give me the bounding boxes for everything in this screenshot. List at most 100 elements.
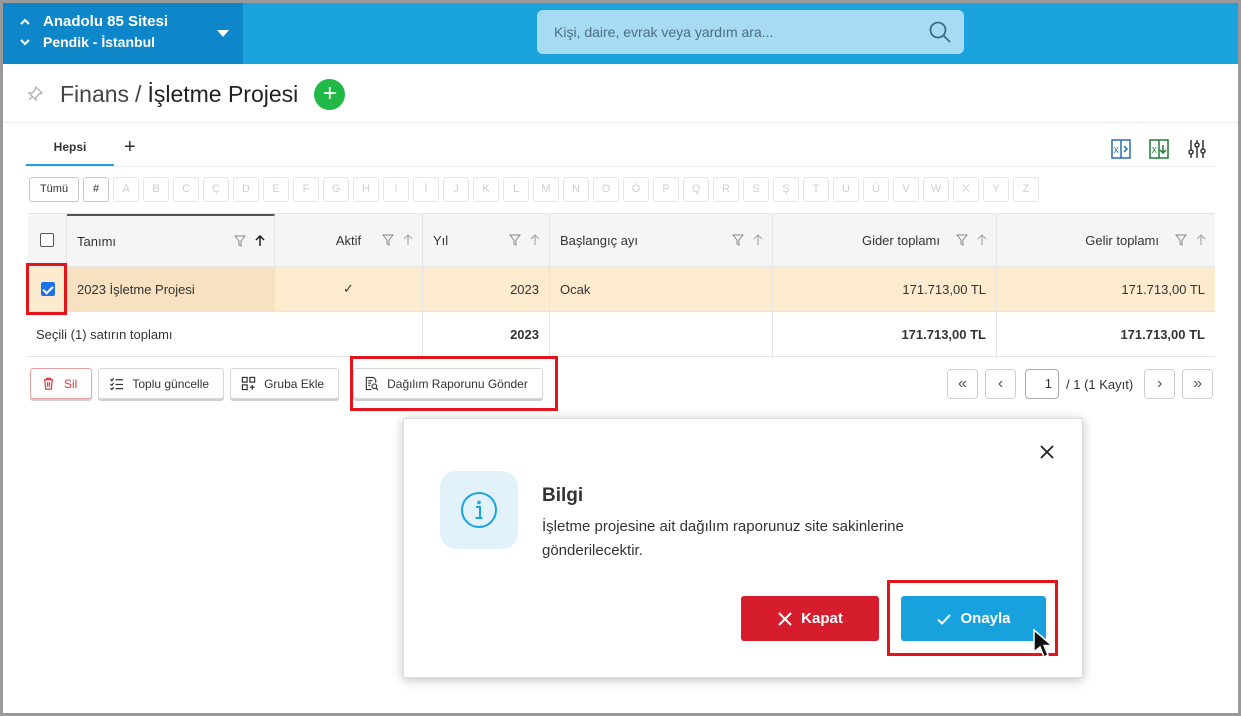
letter-filter-item[interactable]: H [353, 177, 379, 202]
letter-filter-item[interactable]: S [743, 177, 769, 202]
dialog-title: Bilgi [542, 485, 584, 506]
letter-filter-item[interactable]: X [953, 177, 979, 202]
divider [3, 122, 1238, 123]
prev-page-button[interactable]: ‹ [985, 369, 1016, 399]
sort-icon[interactable] [976, 234, 988, 246]
letter-filter-item[interactable]: L [503, 177, 529, 202]
excel-import-icon[interactable]: X [1109, 137, 1133, 161]
pin-icon[interactable] [26, 85, 44, 103]
letter-filter-item[interactable]: N [563, 177, 589, 202]
search-icon[interactable] [928, 20, 952, 44]
letter-filter-item[interactable]: K [473, 177, 499, 202]
add-button[interactable]: + [314, 78, 346, 110]
table-row[interactable]: 2023 İşletme Projesi ✓ 2023 Ocak 171.713… [28, 267, 1215, 312]
letter-filter-item[interactable]: Ş [773, 177, 799, 202]
filter-icon[interactable] [234, 235, 246, 247]
letter-filter-item[interactable]: M [533, 177, 559, 202]
letter-filter-all[interactable]: Tümü [29, 177, 79, 202]
last-page-button[interactable]: » [1182, 369, 1214, 399]
add-to-group-label: Gruba Ekle [264, 376, 325, 391]
col-baslangic[interactable]: Başlangıç ayı [550, 214, 773, 266]
summary-label: Seçili (1) satırın toplamı [28, 312, 423, 356]
breadcrumb-parent[interactable]: Finans [60, 81, 129, 107]
col-tanim[interactable]: Tanımı [67, 214, 275, 266]
filter-icon[interactable] [732, 234, 744, 246]
letter-filter-item[interactable]: Q [683, 177, 709, 202]
add-tab-button[interactable]: + [124, 136, 136, 159]
letter-filter-item[interactable]: R [713, 177, 739, 202]
letter-filter-item[interactable]: I [383, 177, 409, 202]
sort-icon[interactable] [1195, 234, 1207, 246]
letter-filter-item[interactable]: W [923, 177, 949, 202]
sort-icon[interactable] [402, 234, 414, 246]
close-button[interactable]: Kapat [741, 596, 879, 641]
filter-icon[interactable] [509, 234, 521, 246]
col-gider[interactable]: Gider toplamı [773, 214, 997, 266]
summary-yil: 2023 [423, 312, 550, 356]
letter-filter-item[interactable]: Ü [863, 177, 889, 202]
filter-icon[interactable] [1175, 234, 1187, 246]
col-gider-label: Gider toplamı [861, 232, 940, 248]
letter-filter-item[interactable]: P [653, 177, 679, 202]
col-baslangic-label: Başlangıç ayı [560, 232, 639, 248]
letter-filter-item[interactable]: Z [1013, 177, 1039, 202]
sort-icon[interactable] [752, 234, 764, 246]
letter-filter-item[interactable]: C [173, 177, 199, 202]
filter-icon[interactable] [382, 234, 394, 246]
col-yil-icons [509, 234, 541, 246]
tab-hepsi[interactable]: Hepsi [26, 134, 114, 166]
delete-button[interactable]: Sil [30, 368, 93, 399]
page-info: / 1 (1 Kayıt) [1066, 376, 1134, 392]
add-to-group-button[interactable]: Gruba Ekle [230, 368, 340, 399]
letter-filter-item[interactable]: U [833, 177, 859, 202]
letter-filter-item[interactable]: B [143, 177, 169, 202]
table-header: Tanımı Aktif Yıl Başlangıç ayı Gider top… [28, 213, 1215, 267]
letter-filter-item[interactable]: İ [413, 177, 439, 202]
caret-down-icon[interactable] [217, 30, 229, 37]
page-input[interactable]: 1 [1025, 369, 1059, 399]
breadcrumb-separator: / [135, 80, 142, 107]
site-name-row: Anadolu 85 Sitesi [19, 13, 168, 30]
col-aktif[interactable]: Aktif [275, 214, 423, 266]
letter-filter-item[interactable]: J [443, 177, 469, 202]
letter-filter-item[interactable]: G [323, 177, 349, 202]
pagination: « ‹ 1 / 1 (1 Kayıt) › » [947, 369, 1214, 399]
col-aktif-icons [382, 234, 414, 246]
select-all-cell [28, 214, 67, 266]
page-title: İşletme Projesi [147, 80, 299, 107]
summary-empty [550, 312, 773, 356]
letter-filter-item[interactable]: D [233, 177, 259, 202]
cell-tanim[interactable]: 2023 İşletme Projesi [67, 267, 275, 311]
next-page-button[interactable]: › [1144, 369, 1176, 399]
letter-filter-item[interactable]: V [893, 177, 919, 202]
cell-gider: 171.713,00 TL [773, 267, 997, 311]
bulk-update-button[interactable]: Toplu güncelle [98, 368, 225, 399]
first-page-button[interactable]: « [947, 369, 978, 399]
filter-icon[interactable] [956, 234, 968, 246]
letter-filter-hash[interactable]: # [83, 177, 109, 202]
letter-filter-item[interactable]: O [593, 177, 619, 202]
col-yil[interactable]: Yıl [423, 214, 550, 266]
col-yil-label: Yıl [433, 232, 449, 248]
sort-up-icon[interactable] [254, 235, 266, 247]
letter-filter-item[interactable]: A [113, 177, 139, 202]
letter-filter-item[interactable]: Ç [203, 177, 229, 202]
close-icon[interactable] [1038, 443, 1056, 461]
letter-filter-item[interactable]: Ö [623, 177, 649, 202]
cell-aktif: ✓ [275, 267, 423, 311]
grid-tools: X X [1109, 137, 1209, 161]
info-icon [461, 492, 497, 528]
col-gelir[interactable]: Gelir toplamı [997, 214, 1215, 266]
letter-filter-item[interactable]: Y [983, 177, 1009, 202]
letter-filter-item[interactable]: E [263, 177, 289, 202]
top-bar: Anadolu 85 Sitesi Pendik - İstanbul Kişi… [0, 0, 1241, 64]
site-selector[interactable]: Anadolu 85 Sitesi Pendik - İstanbul [3, 3, 243, 64]
chevron-down-icon [20, 39, 30, 46]
search-input[interactable]: Kişi, daire, evrak veya yardım ara... [537, 10, 964, 54]
sort-icon[interactable] [529, 234, 541, 246]
select-all-checkbox[interactable] [40, 233, 54, 247]
letter-filter-item[interactable]: T [803, 177, 829, 202]
column-settings-icon[interactable] [1185, 137, 1209, 161]
excel-export-icon[interactable]: X [1147, 137, 1171, 161]
letter-filter-item[interactable]: F [293, 177, 319, 202]
